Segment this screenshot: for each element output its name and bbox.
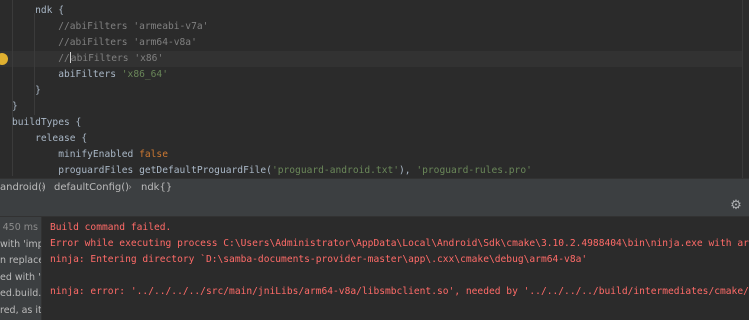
code-token: release { [35,133,88,144]
code-token: abiFilters [58,69,122,80]
code-line[interactable]: } [35,83,41,99]
code-line[interactable]: //abiFilters 'armeabi-v7a' [58,19,208,35]
code-line[interactable]: //abiFilters 'x86' [58,51,163,67]
code-token: } [12,101,18,112]
code-comment: //abiFilters [58,37,134,48]
indent-guide [12,0,13,176]
build-tree-row[interactable]: ed with 'te [0,270,41,286]
code-token: proguardFiles getDefaultProguardFile( [58,165,272,176]
code-comment: 'x86' [134,53,164,64]
code-line[interactable]: proguardFiles getDefaultProguardFile('pr… [58,163,532,178]
build-tree-row-label: with 'imple [0,239,41,250]
code-line[interactable]: } [12,99,18,115]
breadcrumb-separator: › [41,182,45,193]
build-tree-pane[interactable]: 450 ms with 'imple n replacec ed with 't… [0,217,41,320]
build-tree-row-label: ed with 'te [0,272,41,283]
build-tree-row[interactable]: 450 ms [0,220,41,236]
code-comment: //abiFilters [58,21,134,32]
code-line[interactable]: buildTypes { [12,115,81,131]
build-tree-row[interactable]: ed.build.a [0,286,41,302]
build-output-console[interactable]: Build command failed. Error while execut… [42,217,749,320]
code-comment: 'armeabi-v7a' [133,21,209,32]
code-editor[interactable]: ndk {//abiFilters 'armeabi-v7a'//abiFilt… [0,0,749,178]
code-comment: 'arm64-v8a' [133,37,197,48]
code-line[interactable]: ndk { [35,3,64,19]
code-line[interactable]: release { [35,131,87,147]
string-literal: 'proguard-rules.pro' [416,165,532,176]
gear-icon[interactable]: ⚙ [729,199,743,213]
code-token: ndk { [35,5,64,16]
indent-guide [34,13,35,115]
code-line[interactable]: //abiFilters 'arm64-v8a' [58,35,197,51]
keyword: false [139,149,168,160]
breadcrumb-item-ndk[interactable]: ndk{} [141,179,172,197]
build-duration: 450 ms [2,222,38,233]
console-line: ninja: error: '../../../../src/main/jniL… [50,286,749,297]
editor-scrollbar[interactable] [742,0,749,178]
build-tree-row[interactable]: n replacec [0,253,41,269]
code-line[interactable]: abiFilters 'x86_64' [58,67,168,83]
code-token: minifyEnabled [58,149,140,160]
code-comment: abiFilters [70,53,135,64]
string-literal: 'proguard-android.txt' [271,165,400,176]
build-tree-row[interactable]: red, as it [0,303,41,319]
code-token: ), [399,165,417,176]
breadcrumb: android() › defaultConfig() › ndk{} [0,178,749,198]
code-token: buildTypes { [12,117,82,128]
breadcrumb-item-android[interactable]: android() [0,179,46,197]
build-tree-row[interactable]: with 'imple [0,237,41,253]
code-token: } [35,85,41,96]
console-line: Error while executing process C:\Users\A… [50,238,749,249]
build-tree-row-label: red, as it [0,305,41,316]
breadcrumb-separator: › [128,182,132,193]
build-tree-row-label: ed.build.a [0,288,41,299]
build-tree-row-label: n replacec [0,255,41,266]
string-literal: 'x86_64' [121,69,168,80]
build-toolbar: ⚙ [0,197,749,217]
code-comment: // [58,53,70,64]
console-line: ninja: Entering directory `D:\samba-docu… [50,254,588,265]
code-line[interactable]: minifyEnabled false [58,147,168,163]
breadcrumb-item-defaultconfig[interactable]: defaultConfig() [54,179,129,197]
console-line: Build command failed. [50,222,172,233]
